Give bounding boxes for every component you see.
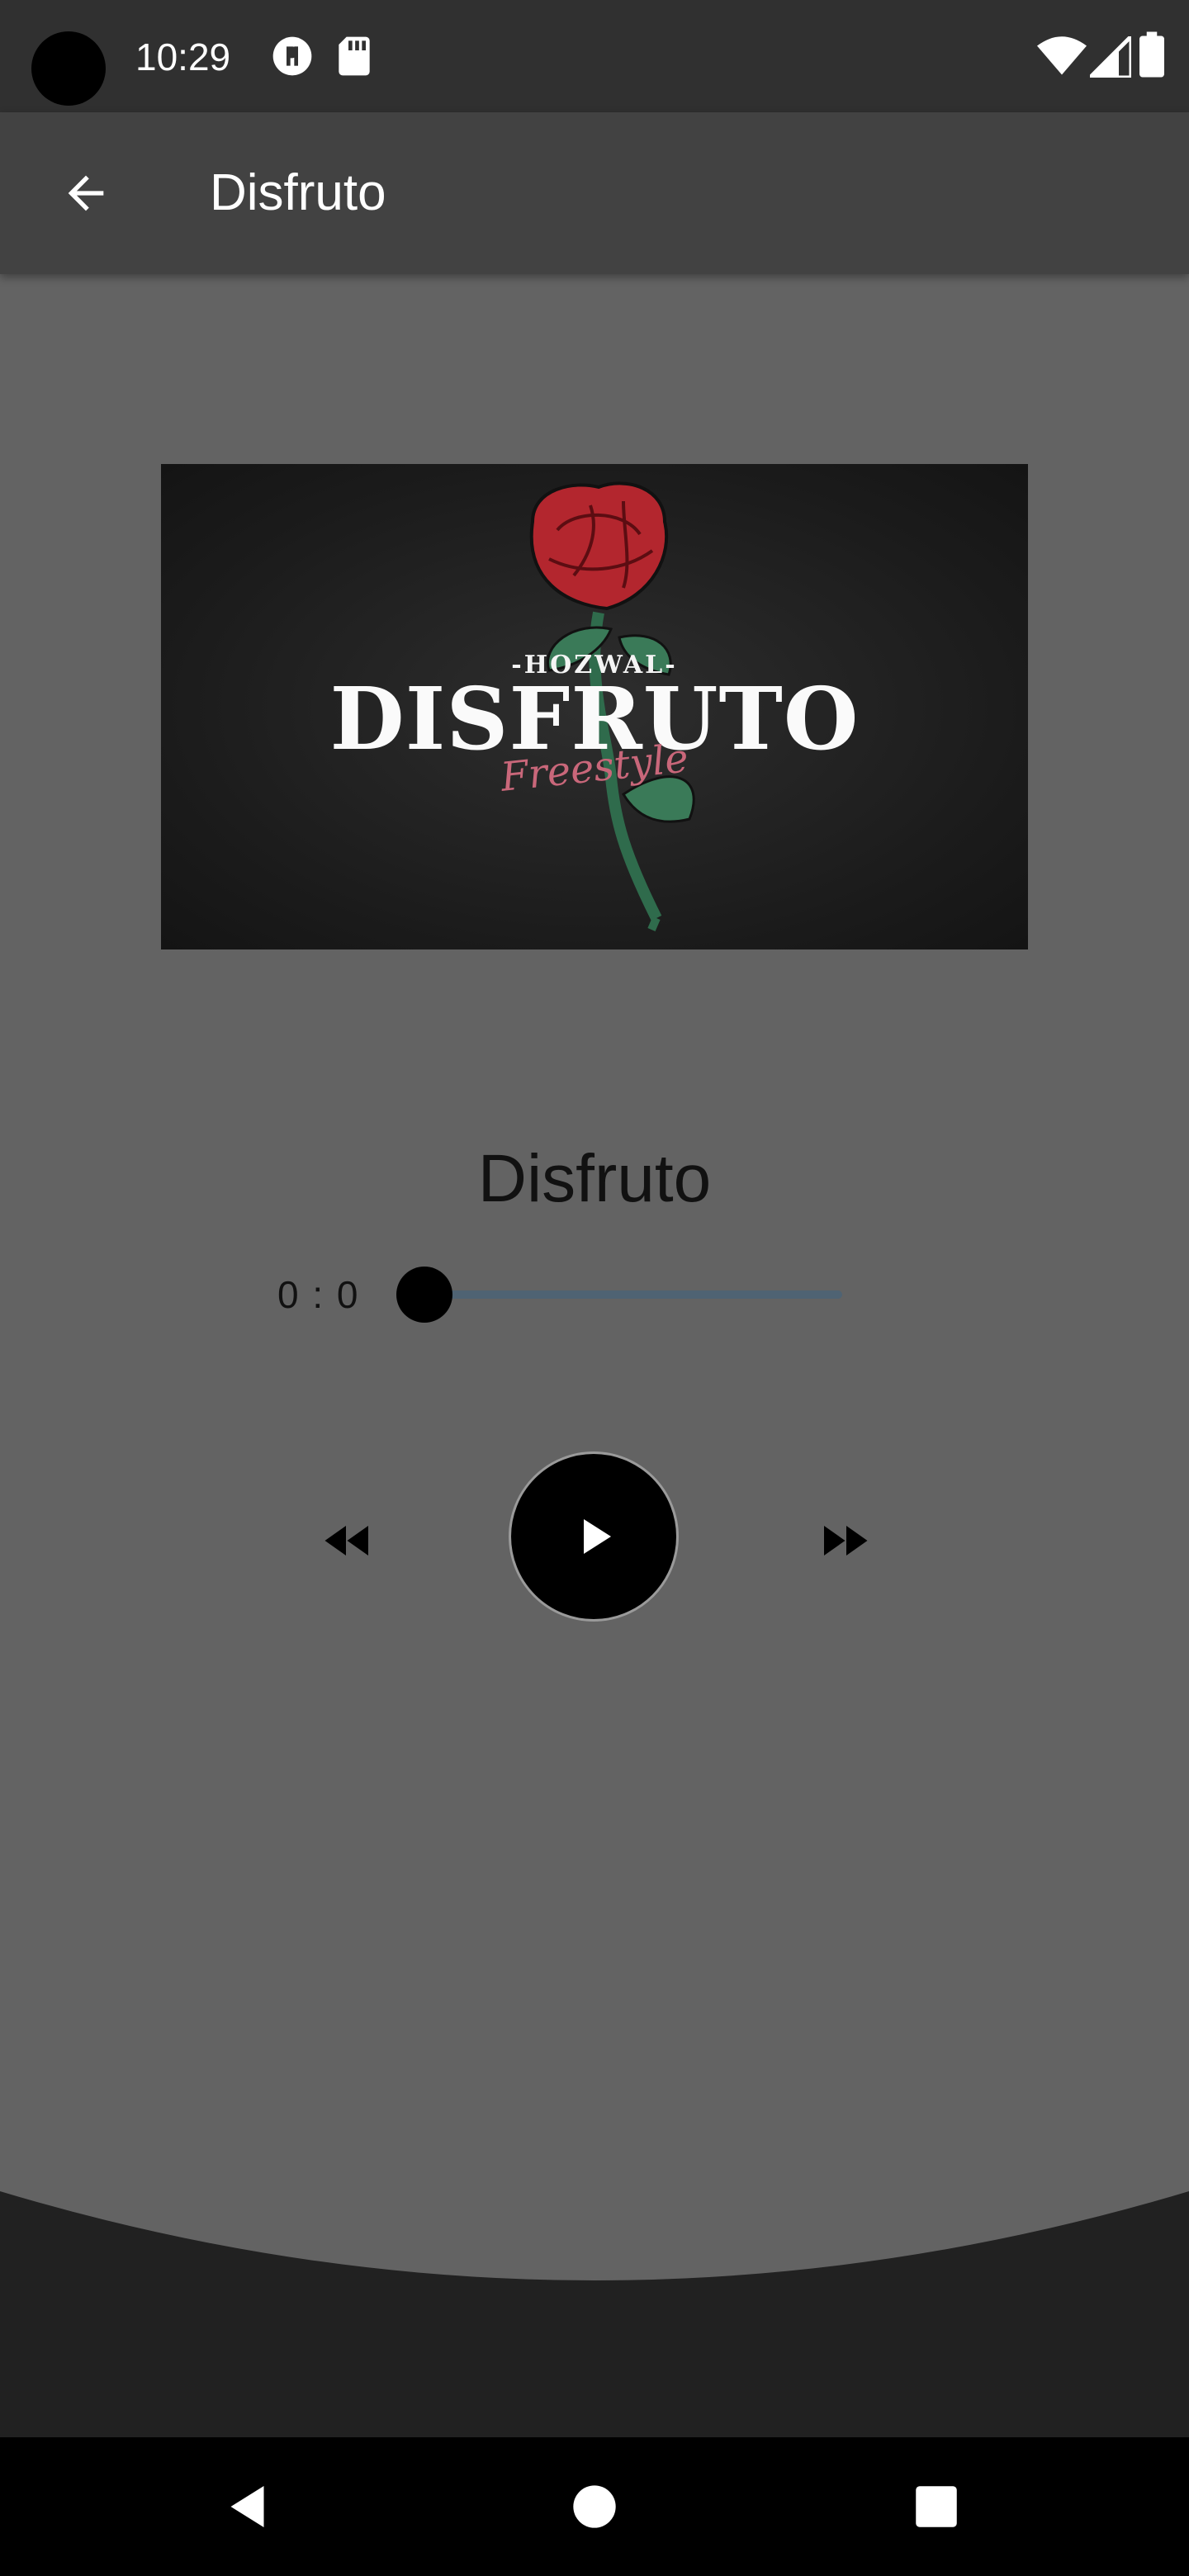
nav-recents-button[interactable]	[867, 2437, 1006, 2576]
play-button[interactable]	[509, 1451, 679, 1622]
arrow-left-icon	[68, 175, 104, 211]
home-circle-icon	[573, 2485, 616, 2528]
signal-icon	[1084, 31, 1134, 82]
sd-card-icon	[334, 33, 375, 83]
track-title: Disfruto	[477, 1141, 712, 1216]
fast-forward-button[interactable]	[798, 1494, 890, 1587]
fast-rewind-icon	[324, 1526, 368, 1556]
page-title: Disfruto	[210, 164, 386, 221]
album-artwork: -HOZWAL- DISFRUTO Freestyle	[161, 464, 1028, 949]
wifi-icon	[1037, 35, 1087, 82]
nav-home-button[interactable]	[525, 2437, 664, 2576]
back-triangle-icon	[230, 2486, 264, 2527]
app-bar: Disfruto	[0, 112, 1189, 274]
status-bar: 10:29	[0, 0, 1189, 112]
system-nav-bar	[0, 2437, 1189, 2576]
seek-thumb[interactable]	[396, 1267, 452, 1323]
play-icon	[584, 1519, 611, 1554]
back-button[interactable]	[40, 147, 132, 239]
bottom-panel	[0, 2191, 1189, 2437]
recents-square-icon	[916, 2486, 957, 2527]
status-time: 10:29	[135, 36, 231, 78]
elapsed-time: 0 : 0	[277, 1273, 360, 1316]
camera-cutout	[31, 31, 106, 106]
nav-back-button[interactable]	[180, 2437, 319, 2576]
rewind-button[interactable]	[302, 1494, 395, 1587]
fast-forward-icon	[824, 1526, 868, 1556]
battery-icon	[1139, 31, 1164, 82]
vpn-key-icon	[269, 33, 315, 83]
seek-bar[interactable]	[424, 1290, 842, 1299]
